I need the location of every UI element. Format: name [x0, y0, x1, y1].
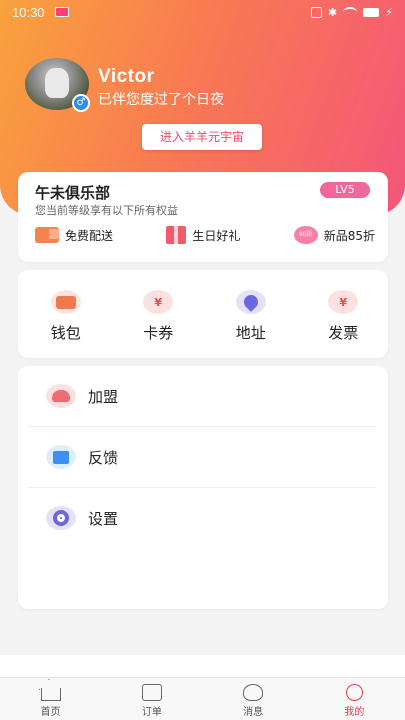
tab-home[interactable]: 首页 — [0, 678, 101, 720]
home-icon — [40, 688, 61, 701]
level-badge: LV5 — [320, 182, 370, 198]
tab-messages[interactable]: 消息 — [203, 678, 304, 720]
bottom-tab-bar: 首页 订单 消息 我的 — [0, 677, 405, 720]
quick-action-label: 地址 — [235, 324, 266, 342]
bottom-spacer — [0, 655, 405, 677]
mine-icon — [345, 684, 363, 701]
quick-action-label: 卡券 — [143, 324, 174, 342]
quick-action-label: 发票 — [328, 324, 359, 342]
perks-list: 免费配送 生日好礼 90折 新品85折 — [35, 226, 375, 244]
perk-label: 新品85折 — [323, 228, 375, 243]
club-subtitle: 您当前等级享有以下所有权益 — [35, 204, 178, 217]
tab-label: 我的 — [344, 707, 365, 718]
status-icons: ✱ ⚡ — [311, 6, 393, 19]
menu-item-join[interactable]: 加盟 — [28, 366, 378, 426]
username: Victor — [98, 66, 155, 87]
quick-action-label: 钱包 — [50, 324, 81, 342]
menu-item-settings[interactable]: 设置 — [28, 488, 378, 548]
status-bar: 10:30 ✱ ⚡ — [0, 0, 405, 24]
quick-actions-card: 钱包 ¥ 卡券 地址 ¥ 发票 — [18, 270, 388, 358]
settings-icon — [46, 506, 76, 530]
invoice-icon: ¥ — [328, 290, 359, 314]
status-time: 10:30 — [12, 4, 45, 20]
club-card[interactable]: 午未俱乐部 您当前等级享有以下所有权益 LV5 免费配送 生日好礼 90折 新品… — [18, 172, 388, 262]
menu-item-label: 加盟 — [88, 387, 119, 406]
quick-action-coupons[interactable]: ¥ 卡券 — [114, 290, 204, 343]
menu-item-feedback[interactable]: 反馈 — [28, 427, 378, 487]
wifi-icon — [343, 7, 358, 17]
message-icon — [243, 684, 264, 701]
male-gender-icon: ♂ — [72, 94, 90, 112]
tab-label: 首页 — [40, 707, 61, 718]
quick-actions-grid: 钱包 ¥ 卡券 地址 ¥ 发票 — [18, 290, 388, 343]
quick-action-invoice[interactable]: ¥ 发票 — [299, 290, 389, 343]
battery-icon — [363, 7, 380, 17]
delivery-truck-icon — [35, 227, 59, 243]
discount-90-icon: 90折 — [293, 226, 318, 244]
menu-card: 加盟 反馈 设置 — [18, 366, 388, 609]
perk-label: 生日好礼 — [192, 228, 241, 243]
tab-label: 订单 — [141, 707, 162, 718]
wallet-icon — [50, 290, 81, 314]
tab-orders[interactable]: 订单 — [101, 678, 202, 720]
address-icon — [235, 290, 266, 314]
join-icon — [46, 384, 76, 408]
perk-birthday-gift[interactable]: 生日好礼 — [166, 226, 240, 244]
menu-item-label: 设置 — [88, 509, 119, 528]
nfc-icon — [311, 6, 323, 18]
tab-mine[interactable]: 我的 — [304, 678, 405, 720]
club-title: 午未俱乐部 — [35, 184, 111, 202]
perk-free-delivery[interactable]: 免费配送 — [35, 226, 113, 244]
app-notification-icon — [54, 7, 69, 17]
bluetooth-icon: ✱ — [328, 5, 338, 19]
perk-new-discount[interactable]: 90折 新品85折 — [293, 226, 375, 244]
quick-action-wallet[interactable]: 钱包 — [21, 290, 111, 343]
charging-icon: ⚡ — [385, 5, 393, 19]
gift-icon — [166, 226, 187, 244]
coupon-icon: ¥ — [143, 290, 174, 314]
feedback-icon — [46, 445, 76, 469]
order-icon — [141, 684, 162, 701]
perk-label: 免费配送 — [65, 228, 114, 243]
enter-metaverse-button[interactable]: 进入羊羊元宇宙 — [142, 124, 262, 150]
quick-action-address[interactable]: 地址 — [206, 290, 296, 343]
menu-item-label: 反馈 — [88, 448, 119, 467]
tab-label: 消息 — [243, 707, 264, 718]
companion-days-text: 已伴您度过了个日夜 — [98, 92, 224, 108]
